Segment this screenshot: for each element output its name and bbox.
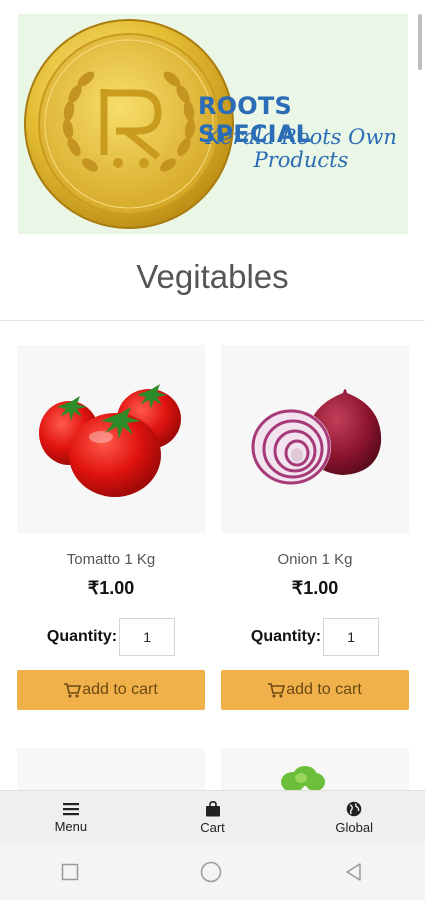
promo-banner[interactable]: ROOTS SPECIAL Kerala Roots Own Products [18,14,408,234]
quantity-row: Quantity: 1 [17,617,205,657]
product-name[interactable]: Tomatto 1 Kg [17,551,205,568]
add-to-cart-label: add to cart [286,681,362,698]
back-icon[interactable] [344,862,364,882]
globe-icon [346,801,362,816]
nav-global[interactable]: Global [283,791,425,844]
home-icon[interactable] [200,861,222,883]
scrollbar[interactable] [418,14,422,70]
nav-cart[interactable]: Cart [142,791,284,844]
lettuce-icon [281,766,325,792]
nav-menu-label: Menu [54,818,88,834]
page-title: Vegitables [136,258,289,295]
banner-subtitle: Kerala Roots Own Products [205,125,397,172]
onion-image[interactable] [221,345,409,533]
quantity-input[interactable]: 1 [323,618,380,656]
cart-icon [64,682,82,697]
product-card-onion: Onion 1 Kg ₹1.00 Quantity: 1 add to cart [221,345,409,710]
product-price: ₹1.00 [87,578,135,598]
nav-global-label: Global [335,819,373,835]
tomato-icon [39,384,181,497]
quantity-label: Quantity: [46,628,118,645]
cart-bag-icon [205,800,220,816]
menu-icon [62,802,79,815]
cart-icon [268,682,286,697]
quantity-label: Quantity: [250,628,322,645]
quantity-row: Quantity: 1 [221,617,409,657]
product-price: ₹1.00 [291,578,339,598]
tomato-image[interactable] [17,345,205,533]
quantity-input[interactable]: 1 [119,618,176,656]
product-name[interactable]: Onion 1 Kg [221,551,409,568]
system-nav-bar [0,843,425,900]
add-to-cart-button[interactable]: add to cart [221,670,409,710]
product-card-tomato: Tomatto 1 Kg ₹1.00 Quantity: 1 add to ca… [17,345,205,710]
divider [0,320,425,321]
nav-cart-label: Cart [200,819,225,835]
add-to-cart-button[interactable]: add to cart [17,670,205,710]
add-to-cart-label: add to cart [82,681,158,698]
nav-menu[interactable]: Menu [0,791,142,844]
onion-icon [251,389,382,485]
product-card-partial[interactable] [17,748,205,793]
product-card-partial[interactable] [221,748,409,793]
recents-icon[interactable] [61,863,79,881]
bottom-nav: Menu Cart Global [0,790,425,844]
